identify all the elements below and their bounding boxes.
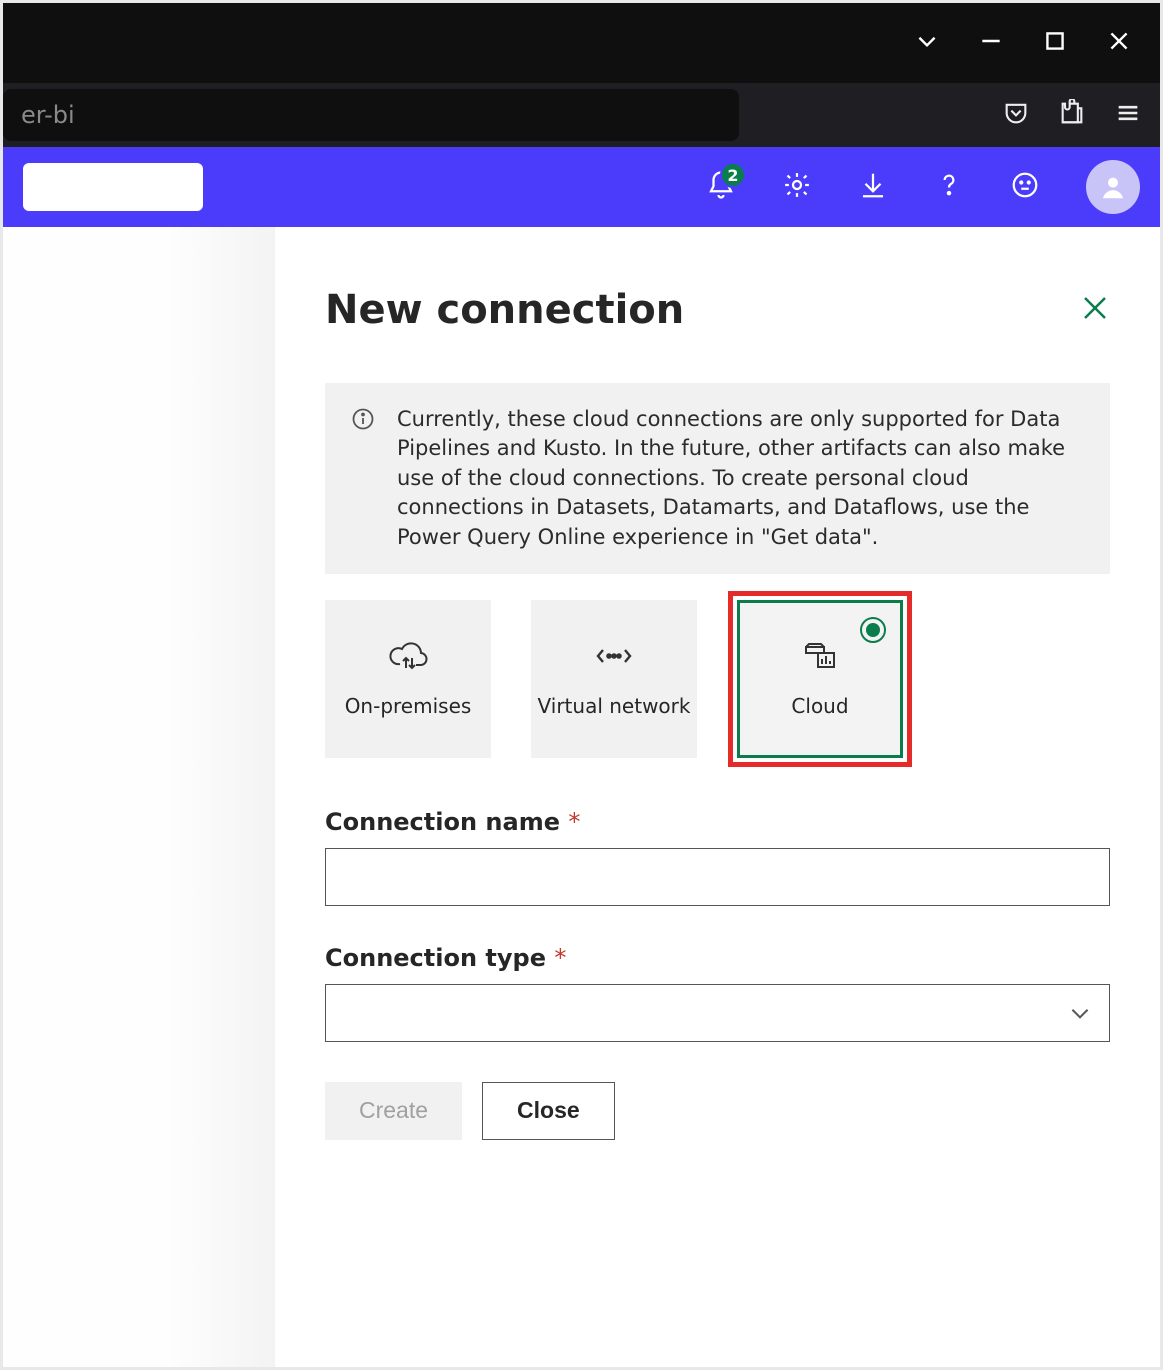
tile-on-premises[interactable]: On-premises [325,600,491,758]
panel-header: New connection [325,287,1110,333]
browser-window: er-bi 2 [3,3,1160,1367]
info-icon [351,407,379,552]
create-button[interactable]: Create [325,1082,462,1140]
new-connection-panel: New connection Currently, these cloud co… [275,227,1160,1367]
hamburger-icon[interactable] [1114,99,1142,131]
info-banner: Currently, these cloud connections are o… [325,383,1110,574]
label-text: Connection type [325,944,546,972]
search-input[interactable] [23,163,203,211]
info-text: Currently, these cloud connections are o… [397,405,1084,552]
address-bar-row: er-bi [3,83,1160,147]
header-actions: 2 [706,160,1140,214]
connection-type-select[interactable] [325,984,1110,1042]
close-window-icon[interactable] [1106,28,1132,58]
cloud-report-icon [800,638,840,680]
connection-type-tiles: On-premises Virtual network Cloud [325,600,1110,758]
chevron-down-icon[interactable] [914,28,940,58]
window-titlebar [3,3,1160,83]
chevron-down-icon [1067,1000,1093,1026]
panel-title: New connection [325,287,684,333]
network-icon [594,638,634,680]
minimize-icon[interactable] [978,28,1004,58]
tile-label: Cloud [791,694,848,719]
notifications-badge: 2 [720,162,746,188]
tile-label: On-premises [345,694,472,719]
close-button[interactable]: Close [482,1082,615,1140]
url-fragment: er-bi [21,101,75,129]
pocket-icon[interactable] [1002,99,1030,131]
tile-virtual-network[interactable]: Virtual network [531,600,697,758]
avatar[interactable] [1086,160,1140,214]
address-bar[interactable]: er-bi [3,89,739,141]
puzzle-icon[interactable] [1058,99,1086,131]
tile-label: Virtual network [538,694,691,719]
feedback-icon[interactable] [1010,170,1040,204]
download-icon[interactable] [858,170,888,204]
connection-name-label: Connection name * [325,808,1110,836]
browser-actions [1002,99,1142,131]
content-area: New connection Currently, these cloud co… [3,227,1160,1367]
tile-cloud[interactable]: Cloud [737,600,903,758]
required-marker: * [568,808,580,836]
maximize-icon[interactable] [1042,28,1068,58]
notifications-button[interactable]: 2 [706,170,736,204]
gear-icon[interactable] [782,170,812,204]
app-header: 2 [3,147,1160,227]
panel-actions: Create Close [325,1082,1110,1140]
selected-indicator-icon [860,617,886,643]
label-text: Connection name [325,808,560,836]
backdrop [3,227,275,1367]
required-marker: * [554,944,566,972]
connection-name-input[interactable] [325,848,1110,906]
help-icon[interactable] [934,170,964,204]
cloud-sync-icon [388,638,428,680]
connection-type-label: Connection type * [325,944,1110,972]
close-panel-button[interactable] [1080,293,1110,327]
